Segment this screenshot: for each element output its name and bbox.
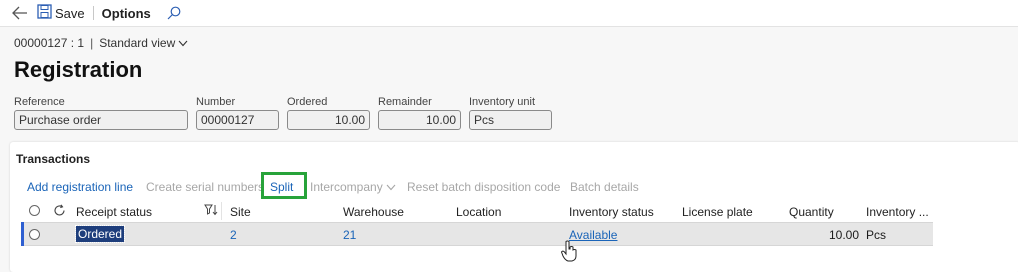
row-selection-marker	[21, 222, 24, 246]
inventory-unit-label: Inventory unit	[469, 96, 536, 108]
inventory-unit-field[interactable]: Pcs	[469, 110, 552, 130]
quantity-cell[interactable]: 10.00	[789, 228, 859, 242]
table-row[interactable]: Ordered 2 21 Available 10.00 Pcs	[21, 222, 933, 246]
split-highlight-box	[261, 172, 307, 199]
number-label: Number	[196, 96, 236, 108]
page-title: Registration	[14, 57, 143, 82]
site-cell[interactable]: 2	[230, 228, 237, 242]
remainder-label: Remainder	[378, 96, 432, 108]
column-warehouse[interactable]: Warehouse	[343, 205, 404, 219]
remainder-field[interactable]: 10.00	[378, 110, 461, 130]
warehouse-cell[interactable]: 21	[343, 228, 356, 242]
receipt-status-cell[interactable]: Ordered	[74, 225, 126, 243]
view-name: Standard view	[99, 36, 176, 50]
chevron-down-icon	[178, 36, 188, 50]
search-icon[interactable]	[167, 4, 185, 22]
column-license-plate[interactable]: License plate	[682, 205, 753, 219]
toolbar-divider	[92, 6, 94, 20]
back-arrow-icon[interactable]	[9, 2, 31, 24]
chevron-down-icon	[386, 180, 396, 194]
grid-header: Receipt status Site Warehouse Location I…	[21, 200, 1018, 222]
add-registration-line-button[interactable]: Add registration line	[27, 180, 133, 194]
inventory-unit-cell[interactable]: Pcs	[866, 228, 886, 242]
save-label: Save	[55, 5, 85, 21]
record-id: 00000127 : 1	[14, 36, 85, 50]
transactions-title: Transactions	[16, 152, 91, 166]
reference-field[interactable]: Purchase order	[14, 110, 188, 130]
save-icon	[37, 4, 52, 22]
breadcrumb-separator: |	[90, 36, 94, 50]
filter-sort-icon[interactable]	[204, 204, 218, 219]
column-quantity[interactable]: Quantity	[789, 205, 834, 219]
column-inventory-status[interactable]: Inventory status	[569, 205, 654, 219]
reference-label: Reference	[14, 96, 65, 108]
intercompany-label: Intercompany	[310, 180, 383, 194]
intercompany-button[interactable]: Intercompany	[310, 180, 396, 194]
column-inventory-unit[interactable]: Inventory ...	[866, 205, 929, 219]
column-divider	[221, 202, 222, 220]
column-location[interactable]: Location	[456, 205, 501, 219]
number-field[interactable]: 00000127	[196, 110, 279, 130]
ordered-label: Ordered	[287, 96, 328, 108]
options-tab[interactable]: Options	[102, 6, 151, 21]
view-selector[interactable]: Standard view	[99, 36, 188, 50]
save-button[interactable]: Save	[37, 2, 85, 24]
ordered-field[interactable]: 10.00	[287, 110, 370, 130]
row-select-radio-icon[interactable]	[29, 229, 40, 240]
column-site[interactable]: Site	[230, 205, 251, 219]
action-pane: Save Options	[0, 0, 1018, 27]
hand-cursor-icon	[560, 240, 578, 265]
breadcrumb: 00000127 : 1 | Standard view	[14, 36, 188, 50]
batch-details-button[interactable]: Batch details	[570, 180, 639, 194]
reset-batch-disposition-code-button[interactable]: Reset batch disposition code	[407, 180, 560, 194]
refresh-icon[interactable]	[53, 204, 66, 220]
select-all-radio-icon[interactable]	[29, 205, 40, 216]
column-receipt-status[interactable]: Receipt status	[76, 205, 152, 219]
create-serial-numbers-button[interactable]: Create serial numbers	[146, 180, 264, 194]
